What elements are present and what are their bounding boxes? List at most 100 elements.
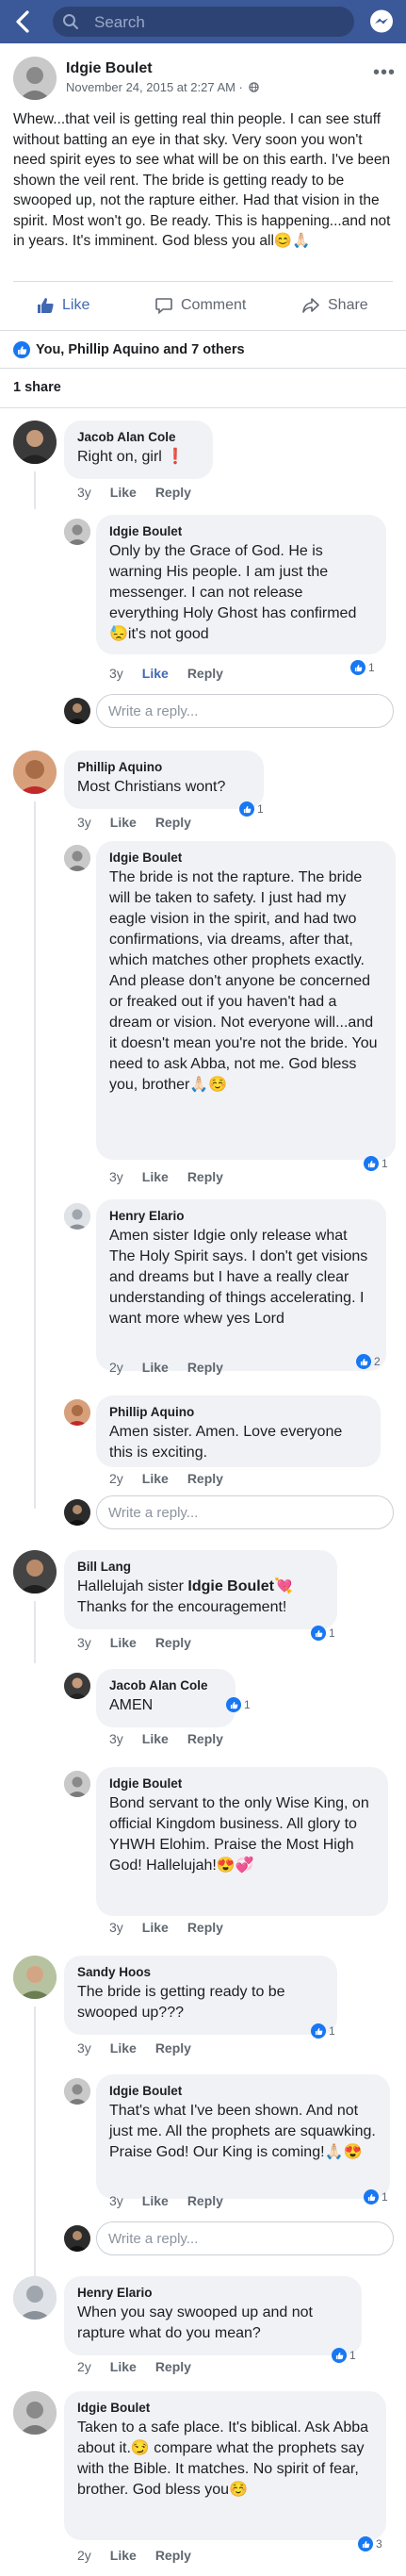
reactions-summary[interactable]: You, Phillip Aquino and 7 others xyxy=(13,341,245,358)
reply-like-count[interactable]: 2 xyxy=(356,1354,381,1369)
reply-time[interactable]: 3y xyxy=(109,2193,123,2208)
comment-reply-button[interactable]: Reply xyxy=(155,2040,191,2056)
comment-button[interactable]: Comment xyxy=(154,296,246,315)
reply-like-button[interactable]: Like xyxy=(142,1920,169,1935)
more-options-icon[interactable]: ••• xyxy=(373,62,396,84)
commenter-avatar[interactable] xyxy=(13,1550,57,1593)
comment-like-button[interactable]: Like xyxy=(110,2040,137,2056)
comment-author[interactable]: Henry Elario xyxy=(77,2286,349,2300)
reply-time[interactable]: 3y xyxy=(109,666,123,681)
reply-bubble: Idgie Boulet Only by the Grace of God. H… xyxy=(96,515,386,654)
reply-like-button[interactable]: Like xyxy=(142,666,169,681)
reply-reply-button[interactable]: Reply xyxy=(187,1471,223,1486)
post-date[interactable]: November 24, 2015 at 2:27 AM · xyxy=(66,80,243,94)
reply-input[interactable]: Write a reply... xyxy=(96,694,394,728)
comment-reply-button[interactable]: Reply xyxy=(155,485,191,500)
reply-reply-button[interactable]: Reply xyxy=(187,1360,223,1375)
like-reaction-icon xyxy=(356,1354,371,1369)
reaction-count: 1 xyxy=(368,661,375,674)
reply-reply-button[interactable]: Reply xyxy=(187,1731,223,1746)
reply-avatar[interactable] xyxy=(64,1203,90,1230)
comment-text: Taken to a safe place. It's biblical. As… xyxy=(77,2419,369,2498)
commenter-avatar[interactable] xyxy=(13,421,57,464)
comment-like-count[interactable]: 1 xyxy=(311,2023,335,2039)
messenger-icon[interactable] xyxy=(367,8,396,36)
reaction-count: 3 xyxy=(376,2537,382,2551)
reply-like-count[interactable]: 1 xyxy=(364,1156,388,1171)
comment-author[interactable]: Idgie Boulet xyxy=(77,2401,373,2415)
reply-time[interactable]: 3y xyxy=(109,1731,123,1746)
reply-reply-button[interactable]: Reply xyxy=(187,1920,223,1935)
comment-reply-button[interactable]: Reply xyxy=(155,2548,191,2563)
reply-like-count[interactable]: 1 xyxy=(364,2189,388,2204)
comment-author[interactable]: Jacob Alan Cole xyxy=(77,430,200,444)
reply-avatar[interactable] xyxy=(64,2078,90,2105)
comment-time[interactable]: 3y xyxy=(77,485,91,500)
commenter-avatar[interactable] xyxy=(13,1956,57,1999)
comment-like-button[interactable]: Like xyxy=(110,485,137,500)
comment-time[interactable]: 2y xyxy=(77,2548,91,2563)
post-author-avatar[interactable] xyxy=(13,57,57,100)
reply-like-count[interactable]: 1 xyxy=(350,660,375,675)
comment-like-button[interactable]: Like xyxy=(110,2359,137,2374)
comment-time[interactable]: 3y xyxy=(77,2040,91,2056)
reply-input[interactable]: Write a reply... xyxy=(96,1495,394,1529)
reply-time[interactable]: 3y xyxy=(109,1920,123,1935)
thumbs-up-icon xyxy=(38,298,54,313)
comment-time[interactable]: 3y xyxy=(77,815,91,830)
comment-like-count[interactable]: 1 xyxy=(332,2348,356,2363)
commenter-avatar[interactable] xyxy=(13,751,57,794)
search-input[interactable]: Search xyxy=(53,7,354,37)
reply-author[interactable]: Idgie Boulet xyxy=(109,850,382,865)
reply-time[interactable]: 2y xyxy=(109,1471,123,1486)
reply-author[interactable]: Henry Elario xyxy=(109,1209,373,1223)
reply-author[interactable]: Jacob Alan Cole xyxy=(109,1678,222,1693)
reply-like-count[interactable]: 1 xyxy=(226,1697,251,1712)
reply-time[interactable]: 3y xyxy=(109,1169,123,1184)
reply-avatar[interactable] xyxy=(64,1673,90,1699)
reply-like-button[interactable]: Like xyxy=(142,1471,169,1486)
commenter-avatar[interactable] xyxy=(13,2276,57,2320)
mention-link[interactable]: Idgie Boulet xyxy=(187,1578,274,1594)
comment-like-count[interactable]: 1 xyxy=(239,801,264,817)
comment-like-button[interactable]: Like xyxy=(110,2548,137,2563)
comment-reply-button[interactable]: Reply xyxy=(155,2359,191,2374)
reply-like-button[interactable]: Like xyxy=(142,1731,169,1746)
reply-avatar[interactable] xyxy=(64,1771,90,1797)
comment-reply-button[interactable]: Reply xyxy=(155,815,191,830)
comment-reply-button[interactable]: Reply xyxy=(155,1635,191,1650)
like-button[interactable]: Like xyxy=(36,296,89,315)
comment-time[interactable]: 3y xyxy=(77,1635,91,1650)
comment-time[interactable]: 2y xyxy=(77,2359,91,2374)
reply-like-button[interactable]: Like xyxy=(142,2193,169,2208)
reply-author[interactable]: Idgie Boulet xyxy=(109,524,373,538)
reply-avatar[interactable] xyxy=(64,519,90,545)
share-button[interactable]: Share xyxy=(301,296,368,315)
post-author-name[interactable]: Idgie Boulet xyxy=(66,60,153,77)
reply-time[interactable]: 2y xyxy=(109,1360,123,1375)
reply-input[interactable]: Write a reply... xyxy=(96,2221,394,2255)
reply-author[interactable]: Phillip Aquino xyxy=(109,1405,367,1419)
reply-like-button[interactable]: Like xyxy=(142,1169,169,1184)
reply-author[interactable]: Idgie Boulet xyxy=(109,1776,375,1791)
reply-like-button[interactable]: Like xyxy=(142,1360,169,1375)
reaction-count: 1 xyxy=(329,1627,335,1640)
reply-reply-button[interactable]: Reply xyxy=(187,2193,223,2208)
comment-author[interactable]: Bill Lang xyxy=(77,1560,324,1574)
reply-author[interactable]: Idgie Boulet xyxy=(109,2084,377,2098)
comment-text: Hallelujah sister Idgie Boulet💘 Thanks f… xyxy=(77,1577,324,1618)
reply-avatar[interactable] xyxy=(64,845,90,871)
comment-like-button[interactable]: Like xyxy=(110,815,137,830)
comment-like-count[interactable]: 1 xyxy=(311,1626,335,1641)
reply-reply-button[interactable]: Reply xyxy=(187,1169,223,1184)
reply-reply-button[interactable]: Reply xyxy=(187,666,223,681)
comment-author[interactable]: Sandy Hoos xyxy=(77,1965,324,1979)
shares-count[interactable]: 1 share xyxy=(13,380,61,395)
comment-like-count[interactable]: 3 xyxy=(358,2536,382,2551)
comment-author[interactable]: Phillip Aquino xyxy=(77,760,251,774)
back-arrow-icon[interactable] xyxy=(9,8,38,36)
comment-like-button[interactable]: Like xyxy=(110,1635,137,1650)
commenter-avatar[interactable] xyxy=(13,2391,57,2435)
reply-meta: 3y Like Reply xyxy=(109,1920,223,1935)
reply-avatar[interactable] xyxy=(64,1399,90,1426)
